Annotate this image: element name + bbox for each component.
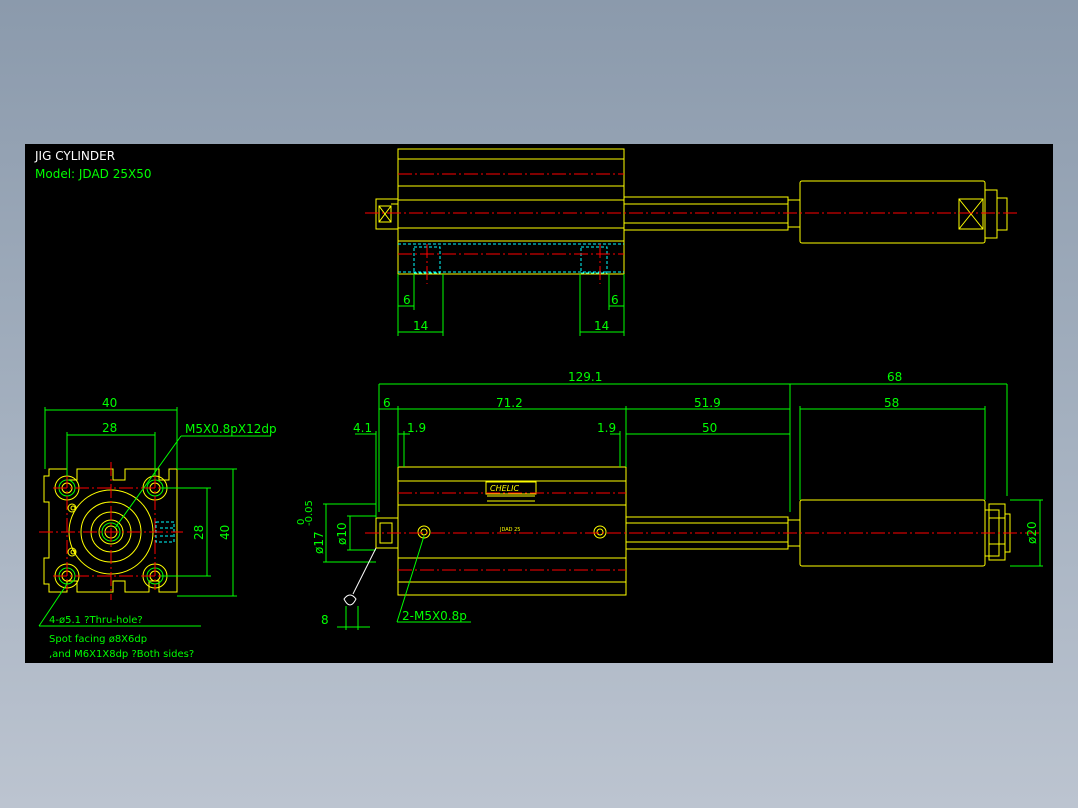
- dim-51-9: 51.9: [694, 396, 721, 410]
- dim-phi20: ø20: [1025, 521, 1039, 544]
- top-view: 6 14 6 14: [365, 148, 1020, 336]
- dim-1-9-left: 1.9: [407, 421, 426, 435]
- dim-phi17-tol-top: 0: [296, 519, 307, 525]
- top-dim-left-14: 14: [413, 319, 428, 333]
- dim-overall: 129.1: [568, 370, 602, 384]
- top-dim-right-14: 14: [594, 319, 609, 333]
- top-body-outline: [397, 148, 625, 275]
- note-holes-2: Spot facing ø8X6dp: [49, 634, 147, 645]
- drawing-model: Model: JDAD 25X50: [35, 167, 151, 181]
- dim-phi10: ø10: [335, 522, 349, 545]
- nameplate-model: JDAD 25: [499, 527, 520, 533]
- dim-1-9-right: 1.9: [597, 421, 616, 435]
- top-dim-left-6: 6: [403, 293, 411, 307]
- dim-6: 6: [383, 396, 391, 410]
- cad-drawing-area[interactable]: JIG CYLINDER Model: JDAD 25X50 6 14 6 14…: [25, 144, 1053, 663]
- drawing-title: JIG CYLINDER: [34, 149, 115, 163]
- dim-71-2: 71.2: [496, 396, 523, 410]
- end-view: 40 28 28 40 M5X0.8pX12dp 4-ø5.1 ?Thru-ho…: [38, 396, 277, 660]
- end-dim-28-side: 28: [192, 525, 206, 540]
- dim-rod-extension: 68: [887, 370, 902, 384]
- note-thread: M5X0.8pX12dp: [185, 422, 277, 436]
- end-dim-28-top: 28: [102, 421, 117, 435]
- dim-8: 8: [321, 613, 329, 627]
- nameplate-brand: CHELIC: [490, 484, 519, 493]
- note-holes-1: 4-ø5.1 ?Thru-hole?: [49, 615, 143, 626]
- end-dim-40-side: 40: [218, 525, 232, 540]
- end-dim-40-top: 40: [102, 396, 117, 410]
- dim-50: 50: [702, 421, 717, 435]
- side-view: CHELIC JDAD 25 129.1 68 6 71.2 51.9 58 4…: [296, 370, 1043, 630]
- top-dim-right-6: 6: [611, 293, 619, 307]
- dim-58: 58: [884, 396, 899, 410]
- note-ports: 2-M5X0.8p: [402, 609, 467, 623]
- dim-phi17: ø17: [312, 531, 326, 554]
- dim-4-1: 4.1: [353, 421, 372, 435]
- note-holes-3: ,and M6X1X8dp ?Both sides?: [49, 649, 194, 660]
